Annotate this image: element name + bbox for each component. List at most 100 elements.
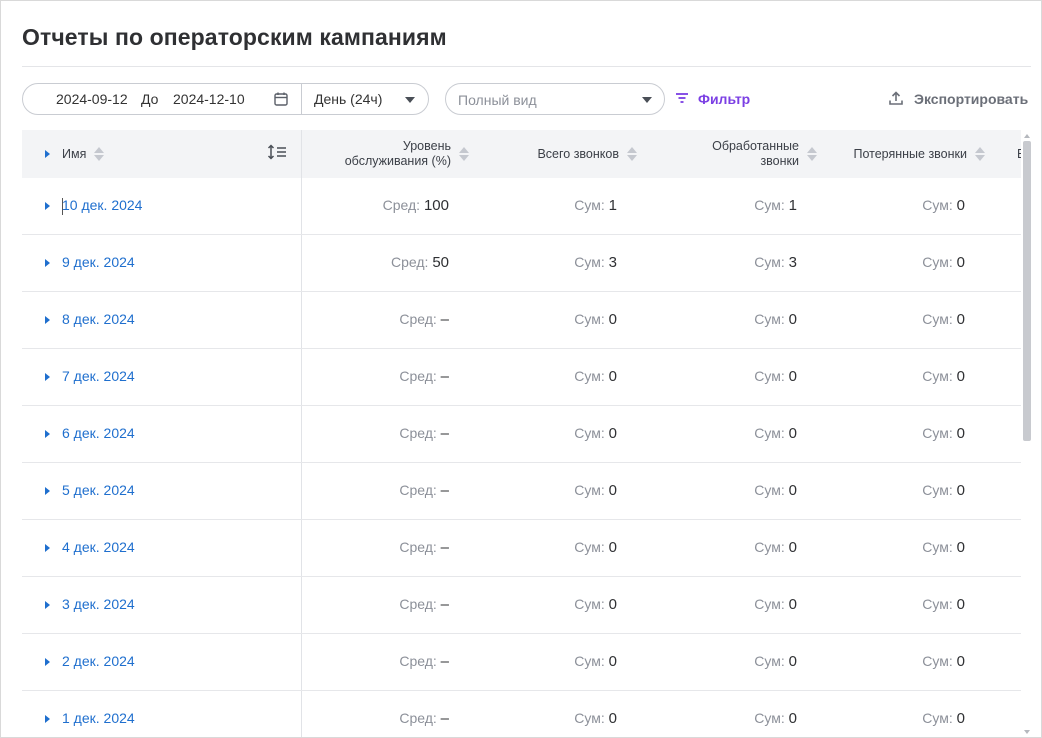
- table-row[interactable]: 10 дек. 2024 Сред: 100 Сум: 1 Сум: 1 Сум: 0: [22, 178, 1021, 235]
- table-row[interactable]: 5 дек. 2024 Сред: – Сум: 0 Сум: 0 Сум: 0: [22, 463, 1021, 520]
- row-height-icon[interactable]: [267, 144, 287, 164]
- column-header-next[interactable]: В: [1017, 130, 1021, 178]
- column-header-name[interactable]: Имя: [62, 130, 105, 178]
- aggregate-label: Сум:: [754, 425, 785, 441]
- scroll-down-arrow[interactable]: [1024, 730, 1030, 734]
- aggregate-value: 0: [956, 368, 965, 385]
- caret-right-icon[interactable]: [45, 202, 50, 210]
- cell-handled-calls: Сум: 0: [754, 482, 797, 499]
- caret-right-icon[interactable]: [45, 430, 50, 438]
- row-name-link[interactable]: 2 дек. 2024: [62, 653, 135, 669]
- caret-right-icon[interactable]: [45, 316, 50, 324]
- aggregate-value: 0: [608, 482, 617, 499]
- aggregate-value: 100: [423, 197, 449, 214]
- cell-service-level: Сред: –: [399, 596, 449, 613]
- aggregate-label: Сум:: [574, 368, 605, 384]
- column-header-total-calls[interactable]: Всего звонков: [512, 130, 637, 178]
- sort-icon[interactable]: [459, 146, 469, 162]
- caret-right-icon[interactable]: [45, 150, 50, 158]
- aggregate-label: Сум:: [922, 311, 953, 327]
- row-name-link[interactable]: 5 дек. 2024: [62, 482, 135, 498]
- sort-icon[interactable]: [975, 146, 985, 162]
- sort-icon[interactable]: [807, 146, 817, 162]
- row-height-toggle[interactable]: [267, 130, 287, 178]
- aggregate-label: Сум:: [574, 425, 605, 441]
- column-header-service-level[interactable]: Уровень обслуживания (%): [322, 130, 469, 178]
- aggregate-value: 0: [956, 482, 965, 499]
- date-to-input[interactable]: 2024-12-10: [173, 91, 245, 107]
- caret-right-icon[interactable]: [45, 715, 50, 723]
- aggregate-label: Сум:: [754, 311, 785, 327]
- calendar-icon[interactable]: [273, 91, 289, 107]
- aggregate-value: 0: [788, 311, 797, 328]
- caret-right-icon[interactable]: [45, 544, 50, 552]
- column-header-lost-calls[interactable]: Потерянные звонки: [832, 130, 985, 178]
- caret-right-icon[interactable]: [45, 658, 50, 666]
- cell-handled-calls: Сум: 0: [754, 425, 797, 442]
- caret-right-icon[interactable]: [45, 601, 50, 609]
- aggregate-label: Сред:: [399, 653, 437, 669]
- row-name-link[interactable]: 7 дек. 2024: [62, 368, 135, 384]
- aggregate-value: 0: [608, 539, 617, 556]
- scroll-up-arrow[interactable]: [1024, 134, 1030, 138]
- date-to-label: До: [141, 91, 159, 107]
- aggregate-value: 50: [432, 254, 449, 271]
- header-expand-all[interactable]: [45, 130, 50, 178]
- aggregate-value: –: [440, 653, 449, 670]
- table-row[interactable]: 8 дек. 2024 Сред: – Сум: 0 Сум: 0 Сум: 0: [22, 292, 1021, 349]
- aggregate-label: Сум:: [574, 710, 605, 726]
- row-name-link[interactable]: 9 дек. 2024: [62, 254, 135, 270]
- row-name-link[interactable]: 4 дек. 2024: [62, 539, 135, 555]
- chevron-down-icon[interactable]: [642, 97, 652, 103]
- column-header-handled-calls[interactable]: Обработанные звонки: [682, 130, 817, 178]
- aggregate-value: 3: [788, 254, 797, 271]
- table-row[interactable]: 6 дек. 2024 Сред: – Сум: 0 Сум: 0 Сум: 0: [22, 406, 1021, 463]
- cell-handled-calls: Сум: 0: [754, 596, 797, 613]
- text-cursor: [62, 198, 63, 215]
- aggregate-value: 0: [788, 482, 797, 499]
- cell-handled-calls: Сум: 0: [754, 653, 797, 670]
- export-button[interactable]: Экспортировать: [888, 89, 1028, 109]
- aggregate-value: 0: [788, 539, 797, 556]
- filter-button[interactable]: Фильтр: [675, 89, 750, 109]
- row-name-link[interactable]: 3 дек. 2024: [62, 596, 135, 612]
- table-row[interactable]: 1 дек. 2024 Сред: – Сум: 0 Сум: 0 Сум: 0: [22, 691, 1021, 737]
- row-name-link[interactable]: 10 дек. 2024: [62, 197, 142, 213]
- table-row[interactable]: 7 дек. 2024 Сред: – Сум: 0 Сум: 0 Сум: 0: [22, 349, 1021, 406]
- aggregate-value: 0: [788, 425, 797, 442]
- date-range-picker[interactable]: 2024-09-12 До 2024-12-10 День (24ч): [22, 83, 429, 115]
- aggregate-value: 0: [956, 710, 965, 727]
- caret-right-icon[interactable]: [45, 373, 50, 381]
- aggregate-label: Сум:: [754, 596, 785, 612]
- caret-right-icon[interactable]: [45, 259, 50, 267]
- aggregate-label: Сред:: [399, 311, 437, 327]
- view-select[interactable]: Полный вид: [445, 83, 665, 115]
- cell-lost-calls: Сум: 0: [922, 425, 965, 442]
- row-name-link[interactable]: 8 дек. 2024: [62, 311, 135, 327]
- cell-lost-calls: Сум: 0: [922, 482, 965, 499]
- aggregate-label: Сум:: [754, 254, 785, 270]
- aggregate-value: –: [440, 539, 449, 556]
- period-select[interactable]: День (24ч): [314, 91, 382, 107]
- aggregate-label: Сум:: [574, 254, 605, 270]
- date-from-input[interactable]: 2024-09-12: [56, 91, 128, 107]
- table-row[interactable]: 9 дек. 2024 Сред: 50 Сум: 3 Сум: 3 Сум: 0: [22, 235, 1021, 292]
- filter-label: Фильтр: [698, 91, 751, 107]
- aggregate-value: 0: [608, 425, 617, 442]
- row-name-link[interactable]: 6 дек. 2024: [62, 425, 135, 441]
- scrollbar-thumb[interactable]: [1023, 141, 1031, 441]
- sort-icon[interactable]: [627, 146, 637, 162]
- cell-lost-calls: Сум: 0: [922, 539, 965, 556]
- table-row[interactable]: 3 дек. 2024 Сред: – Сум: 0 Сум: 0 Сум: 0: [22, 577, 1021, 634]
- chevron-down-icon[interactable]: [405, 97, 415, 103]
- table-row[interactable]: 4 дек. 2024 Сред: – Сум: 0 Сум: 0 Сум: 0: [22, 520, 1021, 577]
- cell-service-level: Сред: –: [399, 425, 449, 442]
- table-row[interactable]: 2 дек. 2024 Сред: – Сум: 0 Сум: 0 Сум: 0: [22, 634, 1021, 691]
- report-table: Имя Уровень обслуживания (%) Всего звонк…: [22, 130, 1021, 737]
- aggregate-value: 0: [956, 653, 965, 670]
- aggregate-label: Сум:: [922, 254, 953, 270]
- aggregate-value: 3: [608, 254, 617, 271]
- caret-right-icon[interactable]: [45, 487, 50, 495]
- sort-icon[interactable]: [94, 146, 105, 162]
- row-name-link[interactable]: 1 дек. 2024: [62, 710, 135, 726]
